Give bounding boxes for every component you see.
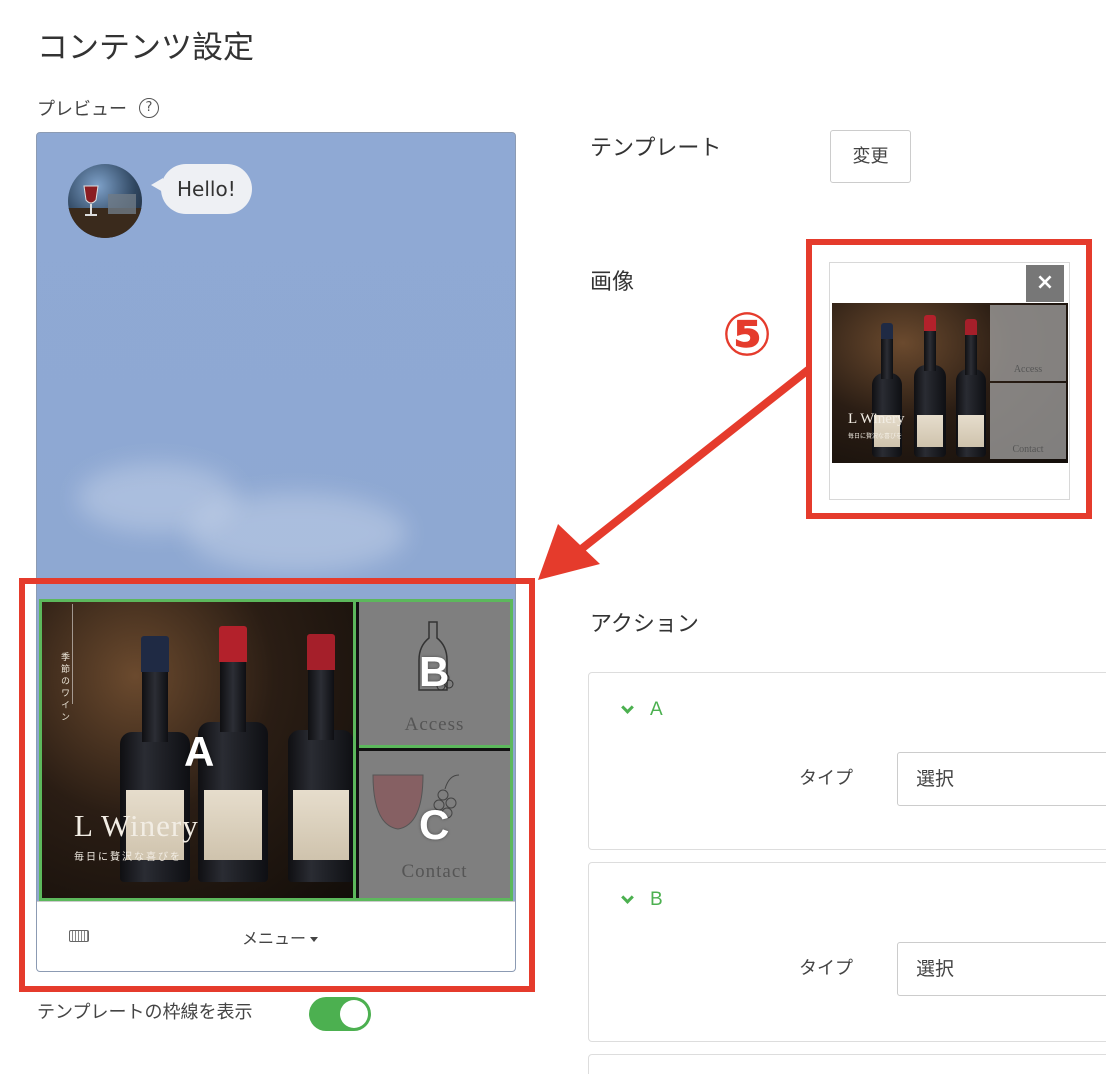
type-select[interactable]: 選択 xyxy=(897,752,1106,806)
cloud-decoration xyxy=(187,493,407,573)
chevron-down-icon xyxy=(621,890,634,904)
image-thumbnail: Access Contact L Winery 毎日に贅沢な喜びを xyxy=(832,303,1068,463)
type-select[interactable]: 選択 xyxy=(897,942,1106,996)
type-label: タイプ xyxy=(799,768,853,789)
template-label: テンプレート xyxy=(590,136,722,161)
remove-image-button[interactable]: × xyxy=(1026,265,1064,302)
change-template-button[interactable]: 変更 xyxy=(830,130,911,183)
template-border-toggle[interactable] xyxy=(309,997,371,1031)
thumbnail-access-caption: Access xyxy=(1013,364,1043,375)
actions-label: アクション xyxy=(590,612,699,637)
annotation-arrow-icon xyxy=(538,366,812,580)
thumbnail-access-panel: Access xyxy=(990,305,1066,381)
action-header-b[interactable]: B xyxy=(621,889,663,911)
thumbnail-contact-panel: Contact xyxy=(990,383,1066,459)
template-border-toggle-label: テンプレートの枠線を表示 xyxy=(37,1002,253,1023)
action-card-b: B タイプ 選択 xyxy=(588,862,1106,1042)
wine-bottle xyxy=(914,315,946,457)
type-label: タイプ xyxy=(799,958,853,979)
wine-glass-icon xyxy=(68,185,142,238)
action-card-c xyxy=(588,1054,1106,1074)
preview-label: プレビュー ? xyxy=(37,95,159,121)
avatar xyxy=(68,164,142,238)
action-header-a[interactable]: A xyxy=(621,699,663,721)
action-card-a: A タイプ 選択 xyxy=(588,672,1106,850)
help-icon[interactable]: ? xyxy=(139,98,159,118)
chevron-down-icon xyxy=(621,700,634,714)
action-name: A xyxy=(650,699,663,720)
page-title: コンテンツ設定 xyxy=(37,30,254,66)
toggle-knob xyxy=(340,1000,368,1028)
annotation-box-preview xyxy=(19,578,535,992)
preview-label-text: プレビュー xyxy=(37,99,127,120)
wine-bottle xyxy=(956,319,986,457)
image-preview-frame: Access Contact L Winery 毎日に贅沢な喜びを × xyxy=(829,262,1070,500)
action-name: B xyxy=(650,889,663,910)
image-label: 画像 xyxy=(590,270,635,295)
thumbnail-title: L Winery xyxy=(848,411,905,427)
chat-message-bubble: Hello! xyxy=(151,164,252,214)
thumbnail-contact-caption: Contact xyxy=(1012,444,1044,455)
thumbnail-subtitle: 毎日に贅沢な喜びを xyxy=(848,433,903,440)
